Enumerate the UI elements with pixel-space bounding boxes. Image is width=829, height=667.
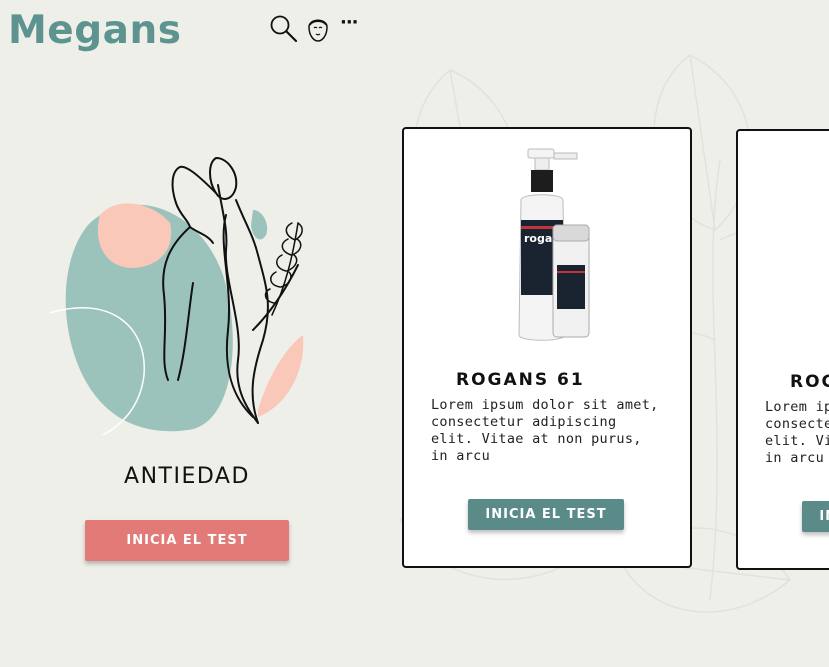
brand-logo[interactable]: Megans	[8, 8, 181, 53]
product-description: Lorem ipsum dolor sit amet, consectetur …	[431, 397, 659, 464]
start-test-button[interactable]: INICIA EL TEST	[802, 501, 829, 532]
product-name: ROGANS 61	[456, 370, 585, 390]
more-options-icon[interactable]: ···	[340, 12, 358, 33]
start-test-button[interactable]: INICIA EL TEST	[468, 499, 624, 530]
start-test-button[interactable]: INICIA EL TEST	[85, 520, 289, 561]
product-name: ROGANS 61	[790, 372, 829, 392]
profile-face-icon[interactable]	[306, 14, 330, 44]
search-icon[interactable]	[269, 14, 299, 44]
product-description: Lorem ipsum dolor sit amet, consectetur …	[765, 399, 829, 466]
woman-line-art-illustration	[49, 157, 304, 436]
product-card[interactable]: ROGANS 61 Lorem ipsum dolor sit amet, co…	[736, 129, 829, 570]
product-card[interactable]: rogans ROGANS 61 Lorem ipsum dolor sit a…	[402, 127, 692, 568]
product-bottle-image: rogans	[518, 148, 590, 341]
category-title: ANTIEDAD	[124, 464, 250, 489]
